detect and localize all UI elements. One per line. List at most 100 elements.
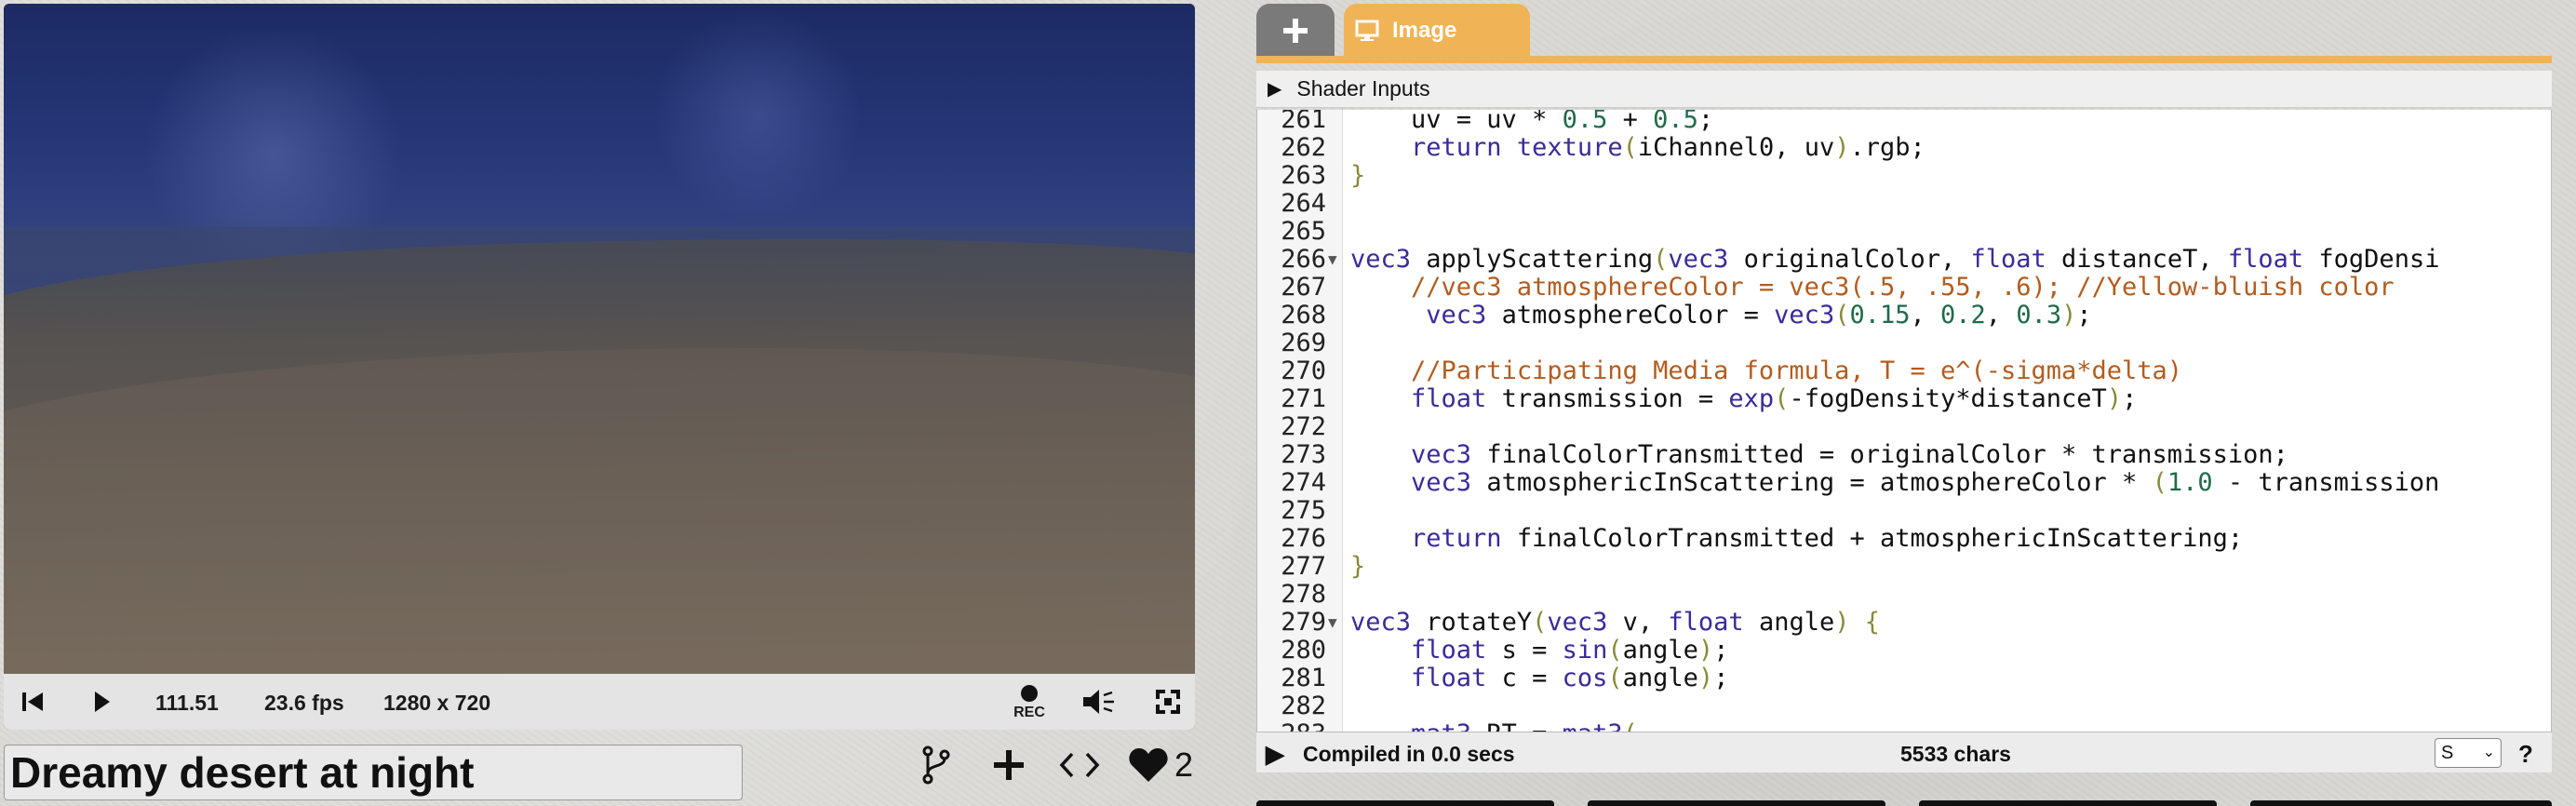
code-line[interactable]: 262 return texture(iChannel0, uv).rgb; — [1257, 133, 2551, 162]
plus-icon[interactable] — [988, 745, 1029, 786]
tab-label: Image — [1392, 18, 1457, 43]
code-line[interactable]: 283 mat3 RT = mat3( — [1257, 720, 2551, 732]
code-line[interactable]: 279 ▼ vec3 rotateY(vec3 v, float angle) { — [1257, 608, 2551, 637]
code-line[interactable]: 269 — [1257, 329, 2551, 357]
horizon-haze — [4, 227, 1195, 339]
font-size-select[interactable]: S ⌄ — [2435, 738, 2502, 768]
bottom-tab[interactable] — [1588, 800, 1885, 806]
tab-underline — [1256, 56, 2552, 63]
bottom-tab[interactable] — [2250, 800, 2552, 806]
code-line[interactable]: 273 vec3 finalColorTransmitted = origina… — [1257, 440, 2551, 469]
line-number: 272 — [1281, 412, 1326, 441]
line-number: 266 — [1281, 245, 1326, 274]
code-line[interactable]: 277} — [1257, 552, 2551, 581]
bottom-tab[interactable] — [1256, 800, 1554, 806]
code-line[interactable]: 275 — [1257, 496, 2551, 525]
line-number: 278 — [1281, 580, 1326, 609]
line-number: 279 — [1281, 608, 1326, 637]
line-number: 280 — [1281, 636, 1326, 665]
code-text: float c = cos(angle); — [1411, 664, 1729, 692]
line-number: 276 — [1281, 524, 1326, 553]
code-line[interactable]: 276 return finalColorTransmitted + atmos… — [1257, 524, 2551, 553]
code-line[interactable]: 266 ▼ vec3 applyScattering(vec3 originalCo… — [1257, 245, 2551, 274]
chevron-down-icon: ⌄ — [2482, 745, 2495, 760]
line-number: 282 — [1281, 692, 1326, 720]
plus-icon — [1283, 19, 1308, 43]
code-line[interactable]: 278 — [1257, 580, 2551, 609]
code-line[interactable]: 271 float transmission = exp(-fogDensity… — [1257, 384, 2551, 413]
line-number: 264 — [1281, 189, 1326, 218]
help-button[interactable]: ? — [2518, 740, 2533, 769]
line-number: 281 — [1281, 664, 1326, 692]
font-size-value: S — [2441, 743, 2454, 763]
record-icon — [1021, 684, 1038, 702]
record-label: REC — [1013, 704, 1045, 720]
shader-viewport[interactable] — [4, 4, 1195, 674]
code-icon[interactable] — [1057, 746, 1102, 784]
code-line[interactable]: 274 vec3 atmosphericInScattering = atmos… — [1257, 468, 2551, 497]
like-button[interactable]: 2 — [1128, 743, 1199, 787]
code-text: return texture(iChannel0, uv).rgb; — [1411, 133, 1925, 162]
code-text: } — [1350, 552, 1366, 581]
code-line[interactable]: 272 — [1257, 412, 2551, 441]
code-text: mat3 RT = mat3( — [1350, 720, 1638, 732]
code-line[interactable]: 267 //vec3 atmosphereColor = vec3(.5, .5… — [1257, 273, 2551, 302]
code-line[interactable]: 282 — [1257, 692, 2551, 720]
fold-arrow-icon[interactable]: ▼ — [1328, 246, 1337, 274]
record-button[interactable]: REC — [1003, 679, 1055, 726]
code-editor[interactable]: 261 uv = uv * 0.5 + 0.5; 262 return textu… — [1256, 110, 2552, 732]
line-number: 275 — [1281, 496, 1326, 525]
line-number: 270 — [1281, 356, 1326, 385]
like-count: 2 — [1174, 746, 1194, 784]
skip-back-icon[interactable] — [17, 687, 48, 717]
code-line[interactable]: 280 float s = sin(angle); — [1257, 636, 2551, 665]
line-number: 277 — [1281, 552, 1326, 581]
tab-image[interactable]: Image — [1344, 4, 1530, 58]
compile-status: Compiled in 0.0 secs — [1303, 742, 1515, 766]
code-line[interactable]: 270 //Participating Media formula, T = e… — [1257, 356, 2551, 385]
code-text: vec3 atmosphericInScattering = atmospher… — [1411, 468, 2440, 497]
shader-player: 111.51 23.6 fps 1280 x 720 REC — [4, 4, 1195, 730]
char-count: 5533 chars — [1900, 742, 2011, 766]
fork-icon[interactable] — [918, 745, 955, 786]
compile-play-icon[interactable]: ▶ — [1266, 740, 1284, 769]
code-line[interactable]: 264 — [1257, 189, 2551, 218]
player-controls: 111.51 23.6 fps 1280 x 720 REC — [4, 674, 1195, 730]
code-text: vec3 atmosphereColor = vec3(0.15, 0.2, 0… — [1426, 301, 2092, 329]
volume-icon[interactable] — [1079, 685, 1120, 719]
line-number: 269 — [1281, 329, 1326, 357]
code-text: uv = uv * 0.5 + 0.5; — [1350, 110, 1714, 134]
line-number: 262 — [1281, 133, 1326, 162]
expand-triangle-icon: ▶ — [1268, 79, 1282, 100]
code-line[interactable]: 263} — [1257, 161, 2551, 190]
code-text: return finalColorTransmitted + atmospher… — [1411, 524, 2244, 553]
code-text: float s = sin(angle); — [1411, 636, 1729, 665]
line-number: 267 — [1281, 273, 1326, 302]
code-line[interactable]: 265 — [1257, 218, 2551, 246]
sky-glow — [655, 4, 860, 227]
code-text: vec3 finalColorTransmitted = originalCol… — [1411, 440, 2288, 469]
play-icon[interactable] — [86, 687, 117, 717]
editor-status-bar: ▶ Compiled in 0.0 secs 5533 chars S ⌄ ? — [1256, 732, 2552, 772]
add-tab-button[interactable] — [1256, 4, 1335, 58]
shader-inputs-toggle[interactable]: ▶ Shader Inputs — [1256, 71, 2552, 108]
fullscreen-icon[interactable] — [1152, 687, 1184, 717]
code-text: vec3 rotateY(vec3 v, float angle) { — [1350, 608, 1881, 637]
fold-arrow-icon[interactable]: ▼ — [1328, 609, 1337, 637]
code-text: vec3 applyScattering(vec3 originalColor,… — [1350, 245, 2440, 274]
line-number: 263 — [1281, 161, 1326, 190]
code-line[interactable]: 268 vec3 atmosphereColor = vec3(0.15, 0.… — [1257, 301, 2551, 329]
bottom-tab[interactable] — [1919, 800, 2217, 806]
code-line[interactable]: 281 float c = cos(angle); — [1257, 664, 2551, 692]
code-text: } — [1350, 161, 1366, 190]
line-number: 268 — [1281, 301, 1326, 329]
line-number: 274 — [1281, 468, 1326, 497]
line-number: 271 — [1281, 384, 1326, 413]
shader-title[interactable]: Dreamy desert at night — [4, 745, 743, 800]
monitor-icon — [1355, 20, 1379, 41]
time-display: 111.51 — [155, 691, 219, 715]
heart-icon — [1129, 748, 1168, 782]
code-line[interactable]: 261 uv = uv * 0.5 + 0.5; — [1257, 110, 2551, 134]
code-text: //Participating Media formula, T = e^(-s… — [1411, 356, 2183, 385]
shader-inputs-label: Shader Inputs — [1296, 76, 1430, 101]
